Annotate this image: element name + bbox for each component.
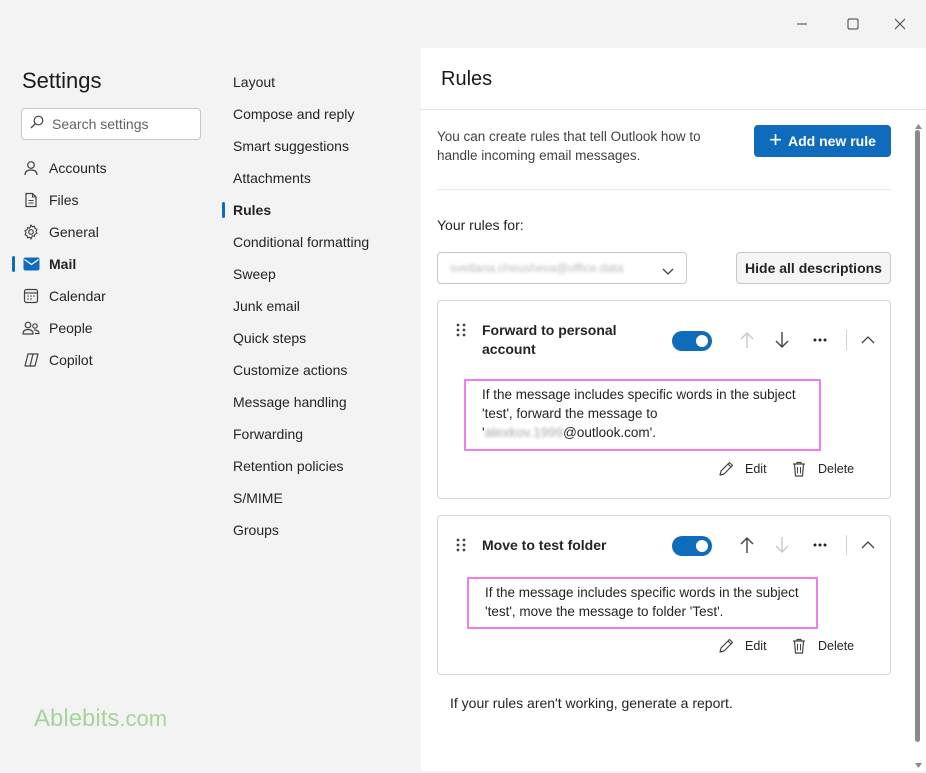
title-bar [0,0,926,48]
divider [846,535,847,555]
drag-handle-icon[interactable] [454,322,468,338]
nav-item-label: Copilot [49,352,93,368]
submenu-item-smime[interactable]: S/MIME [222,482,412,514]
edit-rule-button[interactable]: Edit [717,460,767,478]
rules-panel: Rules You can create rules that tell Out… [421,48,926,771]
nav-item-files[interactable]: Files [10,184,210,216]
delete-rule-button[interactable]: Delete [790,460,854,478]
nav-item-accounts[interactable]: Accounts [10,152,210,184]
submenu-item-junk-email[interactable]: Junk email [222,290,412,322]
rule-enabled-toggle[interactable] [672,536,712,556]
search-icon [30,115,44,134]
nav-item-label: Accounts [49,160,107,176]
more-options-icon[interactable] [808,533,832,557]
account-dropdown[interactable]: svetlana.cheusheva@office.data [437,252,687,284]
move-up-icon[interactable] [735,533,759,557]
chevron-down-icon [662,263,674,281]
submenu-item-attachments[interactable]: Attachments [222,162,412,194]
calendar-icon [22,287,40,305]
move-up-icon[interactable] [735,328,759,352]
settings-title: Settings [22,68,102,93]
drag-handle-icon[interactable] [454,537,468,553]
search-input[interactable] [50,115,190,133]
collapse-chevron-icon[interactable] [856,533,880,557]
nav-item-copilot[interactable]: Copilot [10,344,210,376]
submenu-item-compose-and-reply[interactable]: Compose and reply [222,98,412,130]
nav-item-label: General [49,224,99,240]
nav-item-label: People [49,320,93,336]
rule-card: Forward to personal account If the messa… [437,300,891,499]
trash-icon [793,461,805,477]
report-text: If your rules aren't working, generate a… [450,695,733,711]
redacted-email-part: alexkov.1999 [484,425,564,440]
close-icon[interactable] [886,10,914,38]
submenu-item-retention-policies[interactable]: Retention policies [222,450,412,482]
page-title: Rules [441,68,493,90]
scroll-down-icon[interactable] [915,755,922,773]
pencil-icon [719,638,734,653]
edit-rule-button[interactable]: Edit [717,637,767,655]
divider [846,330,847,350]
plus-icon: + [769,127,782,152]
submenu-item-smart-suggestions[interactable]: Smart suggestions [222,130,412,162]
hide-all-descriptions-button[interactable]: Hide all descriptions [736,252,891,284]
add-new-rule-button[interactable]: + Add new rule [754,125,891,157]
ablebits-watermark: Ablebits.com [34,705,168,732]
trash-icon [793,638,805,654]
scroll-thumb[interactable] [915,130,920,742]
rules-for-label: Your rules for: [437,217,524,233]
nav-item-label: Mail [49,256,77,272]
move-down-icon[interactable] [770,328,794,352]
submenu-item-customize-actions[interactable]: Customize actions [222,354,412,386]
submenu-item-sweep[interactable]: Sweep [222,258,412,290]
search-box[interactable] [21,108,201,140]
account-email: svetlana.cheusheva@office.data [450,261,624,275]
submenu-item-groups[interactable]: Groups [222,514,412,546]
submenu-item-quick-steps[interactable]: Quick steps [222,322,412,354]
minimize-icon[interactable] [788,10,816,38]
collapse-chevron-icon[interactable] [856,328,880,352]
document-icon [22,191,40,209]
rule-name: Move to test folder [482,537,607,553]
rule-description: If the message includes specific words i… [464,379,821,451]
nav-item-mail[interactable]: Mail [10,248,210,280]
people-icon [22,319,40,337]
nav-item-label: Files [49,192,79,208]
move-down-icon[interactable] [770,533,794,557]
rule-card: Move to test folder If the message inclu… [437,515,891,675]
submenu-item-message-handling[interactable]: Message handling [222,386,412,418]
divider [421,109,926,110]
nav-item-label: Calendar [49,288,106,304]
nav-item-calendar[interactable]: Calendar [10,280,210,312]
nav-item-general[interactable]: General [10,216,210,248]
submenu-item-rules[interactable]: Rules [222,194,412,226]
nav-item-people[interactable]: People [10,312,210,344]
rule-name: Forward to personal account [482,322,617,357]
rule-enabled-toggle[interactable] [672,331,712,351]
submenu-item-forwarding[interactable]: Forwarding [222,418,412,450]
gear-icon [22,223,40,241]
person-icon [22,159,40,177]
mail-icon [22,255,40,273]
submenu-item-layout[interactable]: Layout [222,66,412,98]
pencil-icon [719,461,734,476]
maximize-icon[interactable] [839,10,867,38]
divider [437,189,891,190]
delete-rule-button[interactable]: Delete [790,637,854,655]
submenu-item-conditional-formatting[interactable]: Conditional formatting [222,226,412,258]
more-options-icon[interactable] [808,328,832,352]
rule-description: If the message includes specific words i… [467,577,818,629]
rules-intro-text: You can create rules that tell Outlook h… [437,129,701,163]
scrollbar[interactable] [912,112,926,771]
copilot-icon [22,351,40,369]
